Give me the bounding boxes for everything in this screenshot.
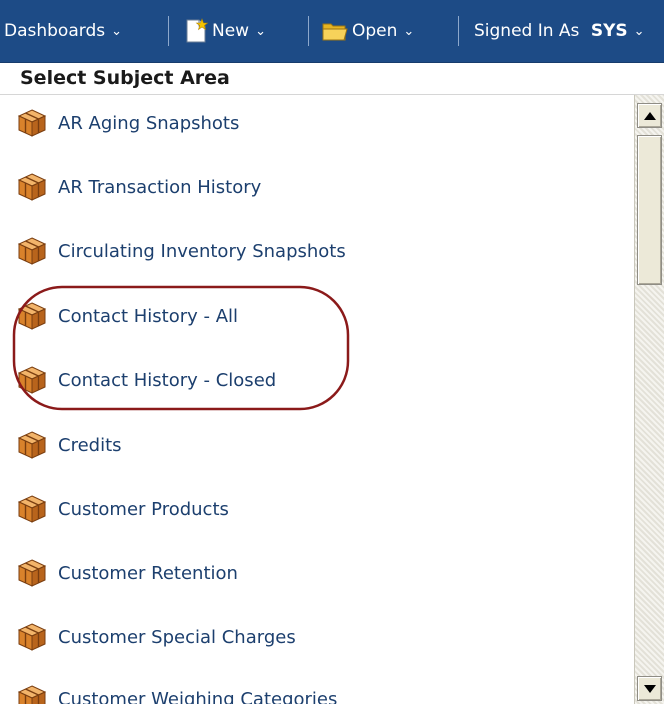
panel-title: Select Subject Area	[20, 67, 230, 89]
vertical-scrollbar[interactable]	[634, 95, 664, 704]
subject-area-list: AR Aging Snapshots AR Transaction Histor…	[0, 95, 634, 704]
subject-area-item[interactable]: AR Aging Snapshots	[16, 103, 239, 143]
toolbar-separator	[458, 16, 459, 46]
subject-area-cube-icon	[16, 557, 48, 589]
subject-area-cube-icon	[16, 107, 48, 139]
dashboards-label: Dashboards	[4, 21, 106, 41]
toolbar-separator	[168, 16, 169, 46]
subject-area-item[interactable]: Credits	[16, 425, 122, 465]
chevron-down-icon: ⌄	[403, 24, 415, 39]
signed-in-menu[interactable]: Signed In As SYS ⌄	[474, 0, 645, 62]
subject-area-label: AR Aging Snapshots	[58, 112, 240, 134]
new-document-icon	[183, 0, 209, 62]
subject-area-cube-icon	[16, 171, 48, 203]
scroll-up-button[interactable]	[637, 103, 662, 128]
subject-area-label: Customer Special Charges	[58, 626, 296, 648]
new-label: New	[212, 21, 250, 41]
subject-area-item[interactable]: Contact History - Closed	[16, 360, 276, 400]
chevron-down-icon: ⌄	[111, 24, 122, 39]
subject-area-item[interactable]: Circulating Inventory Snapshots	[16, 231, 346, 271]
subject-area-item[interactable]: Customer Products	[16, 489, 229, 529]
subject-area-label: Customer Weighing Categories	[58, 688, 338, 704]
subject-area-label: Circulating Inventory Snapshots	[58, 240, 346, 262]
scroll-down-button[interactable]	[637, 676, 662, 701]
chevron-down-icon: ⌄	[633, 24, 645, 39]
subject-area-item[interactable]: Customer Special Charges	[16, 617, 296, 657]
chevron-down-icon: ⌄	[255, 24, 266, 39]
scroll-thumb[interactable]	[637, 135, 662, 285]
subject-area-cube-icon	[16, 683, 48, 704]
new-menu[interactable]: New ⌄	[212, 0, 266, 62]
subject-area-cube-icon	[16, 235, 48, 267]
arrow-down-icon	[643, 684, 656, 693]
signed-in-user: SYS	[590, 21, 628, 41]
open-label: Open	[352, 21, 398, 41]
subject-area-item[interactable]: AR Transaction History	[16, 167, 261, 207]
toolbar-separator	[308, 16, 309, 46]
folder-icon	[322, 0, 348, 62]
subject-area-item[interactable]: Customer Weighing Categories	[16, 679, 337, 704]
subject-area-cube-icon	[16, 429, 48, 461]
subject-area-label: Contact History - All	[58, 305, 239, 327]
subject-area-label: Contact History - Closed	[58, 369, 277, 391]
subject-area-cube-icon	[16, 300, 48, 332]
subject-area-cube-icon	[16, 621, 48, 653]
subject-area-label: Customer Products	[58, 498, 229, 520]
subject-area-label: Customer Retention	[58, 562, 238, 584]
top-toolbar: Dashboards ⌄ New ⌄ Open ⌄ Signed In As SYS ⌄	[0, 0, 664, 63]
subject-area-item[interactable]: Customer Retention	[16, 553, 238, 593]
subject-area-label: Credits	[58, 434, 122, 456]
arrow-up-icon	[643, 111, 656, 120]
subject-area-cube-icon	[16, 364, 48, 396]
subject-area-cube-icon	[16, 493, 48, 525]
signed-in-label: Signed In As	[474, 21, 580, 41]
open-menu[interactable]: Open ⌄	[352, 0, 414, 62]
subject-area-item[interactable]: Contact History - All	[16, 296, 238, 336]
dashboards-menu[interactable]: Dashboards ⌄	[4, 0, 122, 62]
subject-area-label: AR Transaction History	[58, 176, 262, 198]
